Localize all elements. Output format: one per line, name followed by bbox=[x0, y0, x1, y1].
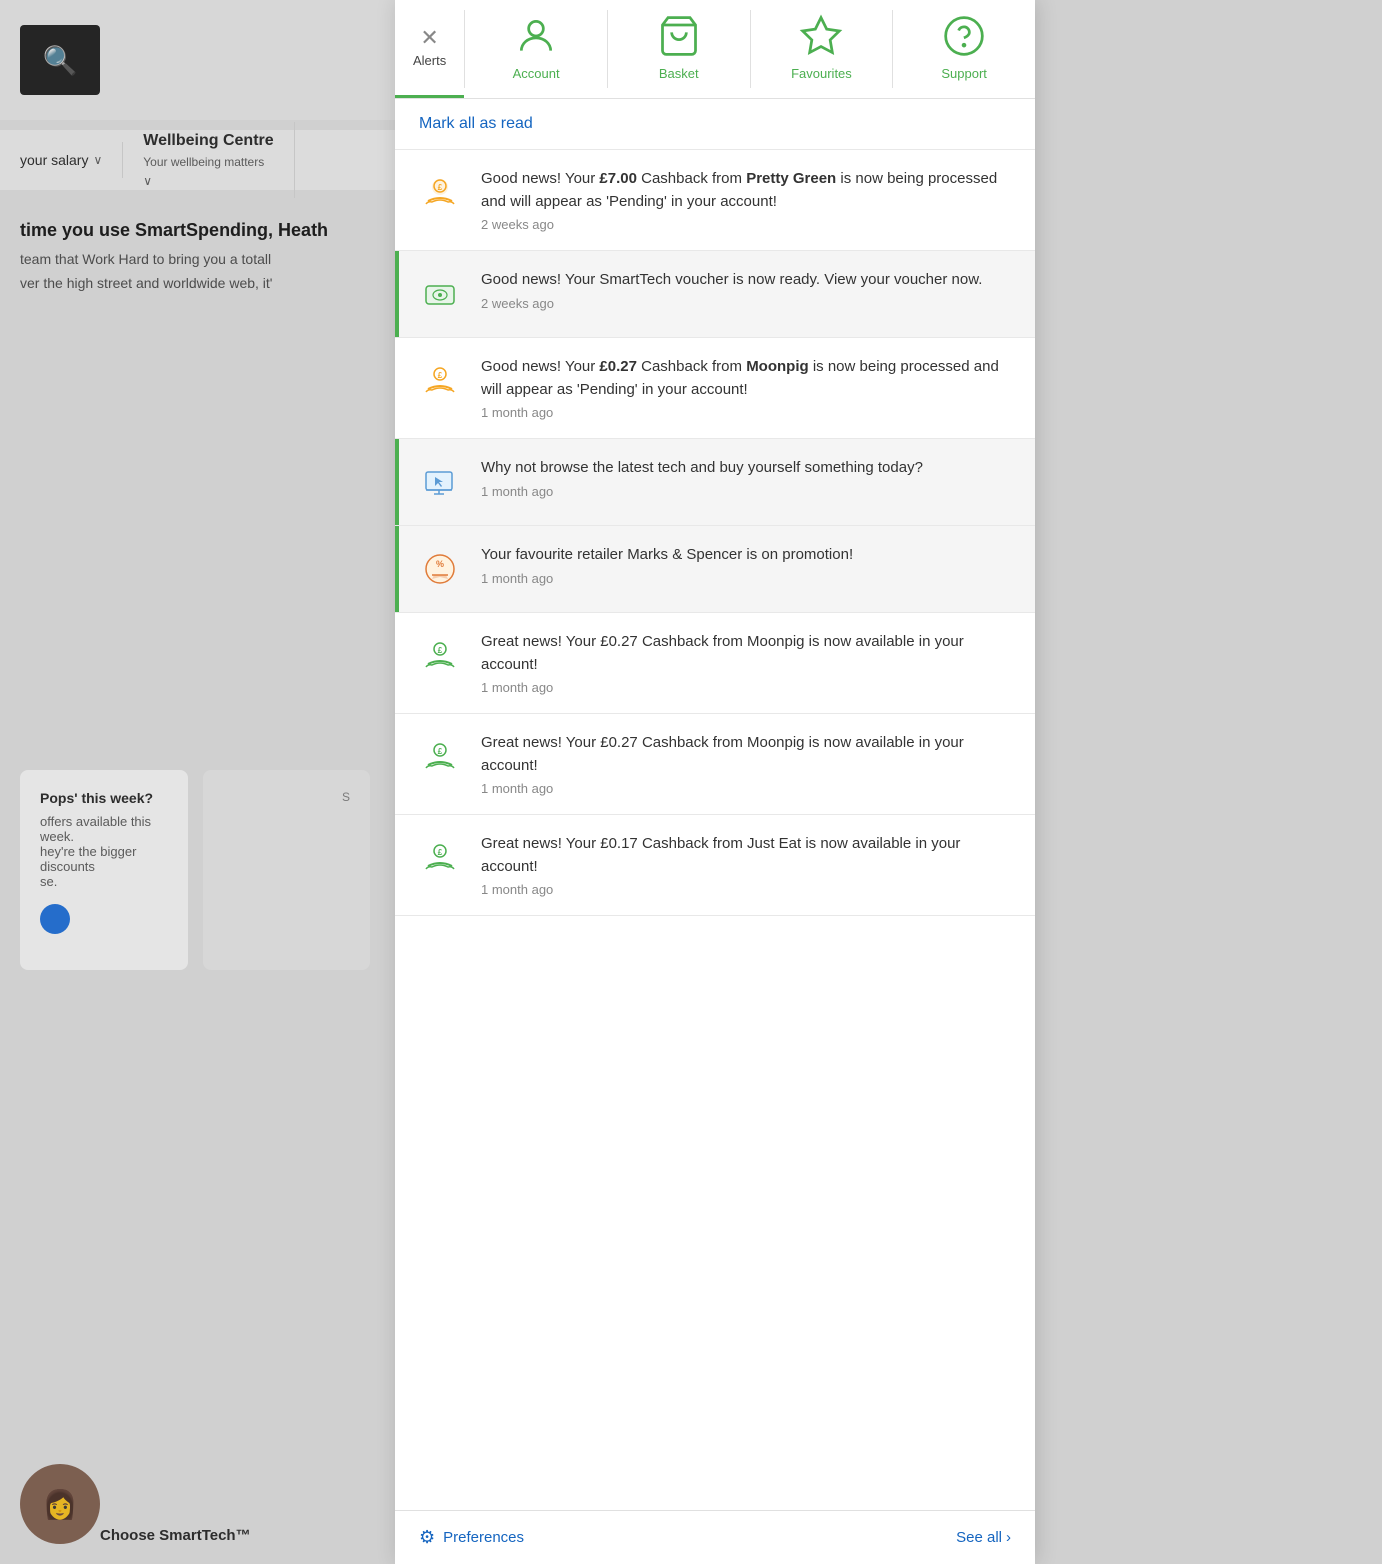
promo-icon: % bbox=[415, 544, 465, 594]
notification-item[interactable]: £ Great news! Your £0.27 Cashback from M… bbox=[395, 613, 1035, 714]
svg-text:£: £ bbox=[438, 747, 443, 756]
tab-basket-label: Basket bbox=[659, 66, 699, 81]
svg-text:£: £ bbox=[438, 371, 443, 380]
notification-time: 2 weeks ago bbox=[481, 217, 1015, 232]
notification-time: 1 month ago bbox=[481, 484, 1015, 499]
tab-support-label: Support bbox=[941, 66, 987, 81]
tab-favourites[interactable]: Favourites bbox=[751, 0, 893, 98]
basket-icon bbox=[657, 14, 701, 62]
see-all-arrow: › bbox=[1006, 1529, 1011, 1546]
cashback-orange-icon-2: £ bbox=[415, 356, 465, 406]
gear-icon: ⚙ bbox=[419, 1527, 435, 1548]
mark-all-read-button[interactable]: Mark all as read bbox=[419, 115, 533, 132]
notification-time: 1 month ago bbox=[481, 405, 1015, 420]
tab-alerts-label: Alerts bbox=[413, 53, 446, 68]
notification-body: Your favourite retailer Marks & Spencer … bbox=[481, 544, 1015, 586]
notification-item[interactable]: Good news! Your SmartTech voucher is now… bbox=[395, 251, 1035, 338]
notification-time: 1 month ago bbox=[481, 571, 1015, 586]
account-icon bbox=[514, 14, 558, 62]
svg-text:£: £ bbox=[438, 646, 443, 655]
notification-text: Great news! Your £0.27 Cashback from Moo… bbox=[481, 631, 1015, 676]
cashback-green-icon-3: £ bbox=[415, 833, 465, 883]
close-icon: ✕ bbox=[420, 27, 438, 49]
preferences-button[interactable]: ⚙ Preferences bbox=[419, 1527, 524, 1548]
notification-item[interactable]: £ Great news! Your £0.27 Cashback from M… bbox=[395, 714, 1035, 815]
favourites-icon bbox=[799, 14, 843, 62]
svg-text:£: £ bbox=[438, 183, 443, 192]
voucher-icon bbox=[415, 269, 465, 319]
notification-item[interactable]: Why not browse the latest tech and buy y… bbox=[395, 439, 1035, 526]
notification-text: Great news! Your £0.17 Cashback from Jus… bbox=[481, 833, 1015, 878]
notification-body: Good news! Your SmartTech voucher is now… bbox=[481, 269, 1015, 311]
notification-text: Good news! Your £0.27 Cashback from Moon… bbox=[481, 356, 1015, 401]
notification-time: 1 month ago bbox=[481, 781, 1015, 796]
background-page: 🔍 your salary ∨ Wellbeing Centre Your we… bbox=[0, 0, 395, 1564]
notification-text: Great news! Your £0.27 Cashback from Moo… bbox=[481, 732, 1015, 777]
tab-favourites-label: Favourites bbox=[791, 66, 852, 81]
bg-dim-overlay bbox=[0, 0, 395, 1564]
notification-text: Why not browse the latest tech and buy y… bbox=[481, 457, 1015, 480]
cashback-orange-icon: £ bbox=[415, 168, 465, 218]
notification-text: Good news! Your £7.00 Cashback from Pret… bbox=[481, 168, 1015, 213]
support-icon bbox=[942, 14, 986, 62]
cashback-green-icon-2: £ bbox=[415, 732, 465, 782]
notification-time: 1 month ago bbox=[481, 882, 1015, 897]
tab-support[interactable]: Support bbox=[893, 0, 1035, 98]
tab-account[interactable]: Account bbox=[465, 0, 607, 98]
notification-time: 1 month ago bbox=[481, 680, 1015, 695]
cashback-green-icon: £ bbox=[415, 631, 465, 681]
tab-basket[interactable]: Basket bbox=[608, 0, 750, 98]
tab-alerts[interactable]: ✕ Alerts bbox=[395, 0, 464, 98]
notification-body: Great news! Your £0.17 Cashback from Jus… bbox=[481, 833, 1015, 897]
notification-time: 2 weeks ago bbox=[481, 296, 1015, 311]
see-all-label: See all bbox=[956, 1529, 1002, 1546]
notification-text: Your favourite retailer Marks & Spencer … bbox=[481, 544, 1015, 567]
notification-text: Good news! Your SmartTech voucher is now… bbox=[481, 269, 1015, 292]
notifications-list: £ Good news! Your £7.00 Cashback from Pr… bbox=[395, 150, 1035, 1510]
notification-item[interactable]: £ Great news! Your £0.17 Cashback from J… bbox=[395, 815, 1035, 916]
notification-item[interactable]: % Your favourite retailer Marks & Spence… bbox=[395, 526, 1035, 613]
svg-text:£: £ bbox=[438, 848, 443, 857]
tech-icon bbox=[415, 457, 465, 507]
notification-item[interactable]: £ Good news! Your £7.00 Cashback from Pr… bbox=[395, 150, 1035, 251]
notifications-dropdown: ✕ Alerts Account Ba bbox=[395, 0, 1035, 1564]
tabs-bar: ✕ Alerts Account Ba bbox=[395, 0, 1035, 99]
notification-item[interactable]: £ Good news! Your £0.27 Cashback from Mo… bbox=[395, 338, 1035, 439]
mark-all-read-bar: Mark all as read bbox=[395, 99, 1035, 150]
notification-body: Great news! Your £0.27 Cashback from Moo… bbox=[481, 631, 1015, 695]
dropdown-footer: ⚙ Preferences See all › bbox=[395, 1510, 1035, 1564]
notification-body: Good news! Your £7.00 Cashback from Pret… bbox=[481, 168, 1015, 232]
notification-body: Good news! Your £0.27 Cashback from Moon… bbox=[481, 356, 1015, 420]
preferences-label: Preferences bbox=[443, 1529, 524, 1546]
notification-body: Great news! Your £0.27 Cashback from Moo… bbox=[481, 732, 1015, 796]
notification-body: Why not browse the latest tech and buy y… bbox=[481, 457, 1015, 499]
tab-account-label: Account bbox=[513, 66, 560, 81]
svg-text:%: % bbox=[436, 559, 444, 569]
see-all-button[interactable]: See all › bbox=[956, 1529, 1011, 1546]
